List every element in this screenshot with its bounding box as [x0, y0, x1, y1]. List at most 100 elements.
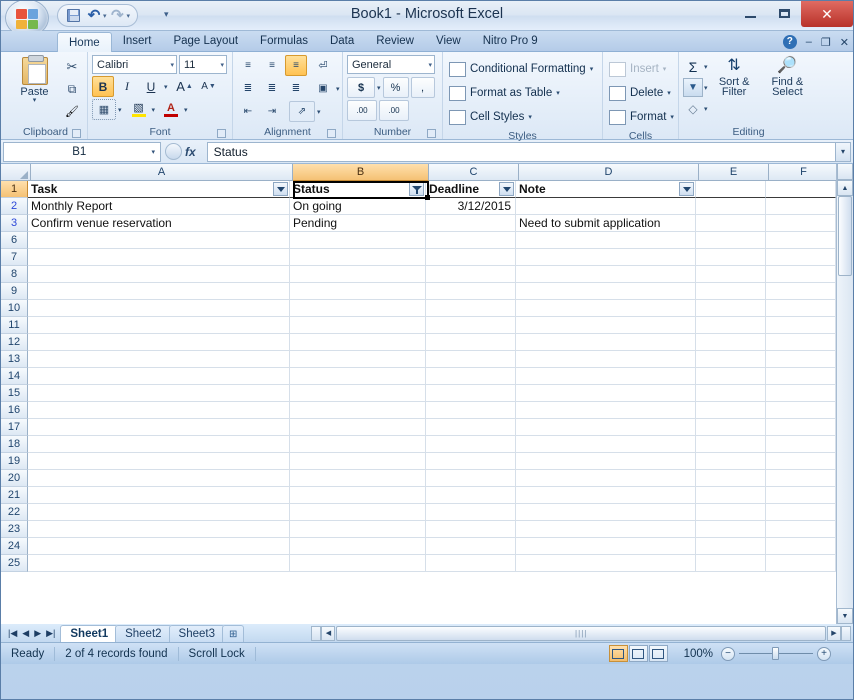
cell-F22[interactable] [766, 504, 836, 521]
help-icon[interactable]: ? [782, 35, 797, 49]
copy-button[interactable]: ⧉ [61, 79, 83, 99]
cell-F7[interactable] [766, 249, 836, 266]
cell-D24[interactable] [516, 538, 696, 555]
close-workbook-button[interactable]: ✕ [840, 36, 849, 49]
split-box-vertical[interactable] [837, 164, 853, 180]
cell-E18[interactable] [696, 436, 766, 453]
paste-button[interactable]: Paste ▾ [8, 55, 61, 104]
cell-C10[interactable] [426, 300, 516, 317]
filter-dropdown-icon-A[interactable] [273, 182, 288, 196]
cell-A15[interactable] [28, 385, 290, 402]
tab-review[interactable]: Review [365, 31, 425, 51]
cell-E16[interactable] [696, 402, 766, 419]
cell-E3[interactable] [696, 215, 766, 232]
formula-input[interactable]: Status [206, 141, 835, 162]
row-header-15[interactable]: 15 [1, 385, 28, 402]
cell-A13[interactable] [28, 351, 290, 368]
cell-E14[interactable] [696, 368, 766, 385]
cell-E22[interactable] [696, 504, 766, 521]
row-header-20[interactable]: 20 [1, 470, 28, 487]
zoom-level-label[interactable]: 100% [676, 648, 721, 660]
align-bottom-button[interactable]: ≡ [285, 55, 307, 76]
tab-formulas[interactable]: Formulas [249, 31, 319, 51]
row-header-25[interactable]: 25 [1, 555, 28, 572]
cell-D15[interactable] [516, 385, 696, 402]
cell-F1[interactable] [766, 181, 836, 198]
cell-A17[interactable] [28, 419, 290, 436]
cell-F15[interactable] [766, 385, 836, 402]
filter-dropdown-icon-D[interactable] [679, 182, 694, 196]
tab-nitro-pro-9[interactable]: Nitro Pro 9 [472, 31, 549, 51]
cell-C6[interactable] [426, 232, 516, 249]
wrap-text-button[interactable]: ⏎ [312, 55, 334, 76]
vertical-scroll-thumb[interactable] [838, 196, 852, 276]
align-middle-button[interactable]: ≡ [261, 55, 283, 76]
cell-E23[interactable] [696, 521, 766, 538]
row-header-24[interactable]: 24 [1, 538, 28, 555]
cell-E11[interactable] [696, 317, 766, 334]
cell-F2[interactable] [766, 198, 836, 215]
cell-D16[interactable] [516, 402, 696, 419]
row-header-14[interactable]: 14 [1, 368, 28, 385]
cell-A20[interactable] [28, 470, 290, 487]
cell-B7[interactable] [290, 249, 426, 266]
cell-E25[interactable] [696, 555, 766, 572]
cell-F18[interactable] [766, 436, 836, 453]
cell-C17[interactable] [426, 419, 516, 436]
column-header-c[interactable]: C [429, 164, 519, 181]
cell-D11[interactable] [516, 317, 696, 334]
undo-button[interactable]: ↶ [84, 7, 104, 25]
cell-A25[interactable] [28, 555, 290, 572]
cell-D12[interactable] [516, 334, 696, 351]
row-header-1[interactable]: 1 [1, 181, 28, 198]
decrease-decimal-button[interactable]: .00 [379, 100, 409, 121]
zoom-thumb[interactable] [772, 647, 779, 660]
increase-decimal-button[interactable]: .00 [347, 100, 377, 121]
sheet-tab-sheet2[interactable]: Sheet2 [115, 625, 172, 642]
cell-C11[interactable] [426, 317, 516, 334]
filter-dropdown-icon-C[interactable] [499, 182, 514, 196]
cell-A21[interactable] [28, 487, 290, 504]
cell-D22[interactable] [516, 504, 696, 521]
cell-C22[interactable] [426, 504, 516, 521]
page-break-preview-button[interactable] [648, 645, 668, 662]
scroll-up-button[interactable]: ▲ [837, 180, 853, 196]
horizontal-scroll-thumb[interactable]: |||| [336, 625, 826, 641]
scroll-left-button[interactable]: ◀ [321, 625, 336, 641]
underline-button[interactable]: U [140, 76, 162, 97]
name-box-caret-icon[interactable]: ▾ [146, 148, 160, 156]
cell-E15[interactable] [696, 385, 766, 402]
zoom-out-button[interactable]: − [721, 646, 735, 661]
cell-D25[interactable] [516, 555, 696, 572]
cell-D3[interactable]: Need to submit application [516, 215, 696, 232]
first-sheet-button[interactable]: |◀ [6, 628, 19, 639]
zoom-track[interactable] [739, 647, 813, 660]
cell-A3[interactable]: Confirm venue reservation [28, 215, 290, 232]
font-name-combo[interactable]: Calibri ▾ [92, 55, 177, 74]
page-layout-view-button[interactable] [628, 645, 648, 662]
cell-A14[interactable] [28, 368, 290, 385]
cell-D23[interactable] [516, 521, 696, 538]
cell-B12[interactable] [290, 334, 426, 351]
number-format-combo[interactable]: General ▾ [347, 55, 435, 74]
row-header-21[interactable]: 21 [1, 487, 28, 504]
cell-B10[interactable] [290, 300, 426, 317]
cell-F9[interactable] [766, 283, 836, 300]
cell-B23[interactable] [290, 521, 426, 538]
horizontal-scrollbar[interactable]: ◀ |||| ▶ [311, 625, 851, 641]
cell-C3[interactable] [426, 215, 516, 232]
cell-C20[interactable] [426, 470, 516, 487]
horizontal-split-handle-right[interactable] [841, 625, 851, 641]
row-header-17[interactable]: 17 [1, 419, 28, 436]
minimize-window-button[interactable] [733, 1, 767, 25]
cell-F25[interactable] [766, 555, 836, 572]
cell-B3[interactable]: Pending [290, 215, 426, 232]
increase-indent-button[interactable]: ⇥ [261, 101, 283, 122]
cell-E2[interactable] [696, 198, 766, 215]
cell-C19[interactable] [426, 453, 516, 470]
row-header-18[interactable]: 18 [1, 436, 28, 453]
clipboard-dialog-launcher[interactable] [72, 129, 81, 138]
column-header-a[interactable]: A [31, 164, 293, 181]
merge-caret-icon[interactable]: ▾ [336, 85, 340, 93]
tab-page-layout[interactable]: Page Layout [162, 31, 249, 51]
